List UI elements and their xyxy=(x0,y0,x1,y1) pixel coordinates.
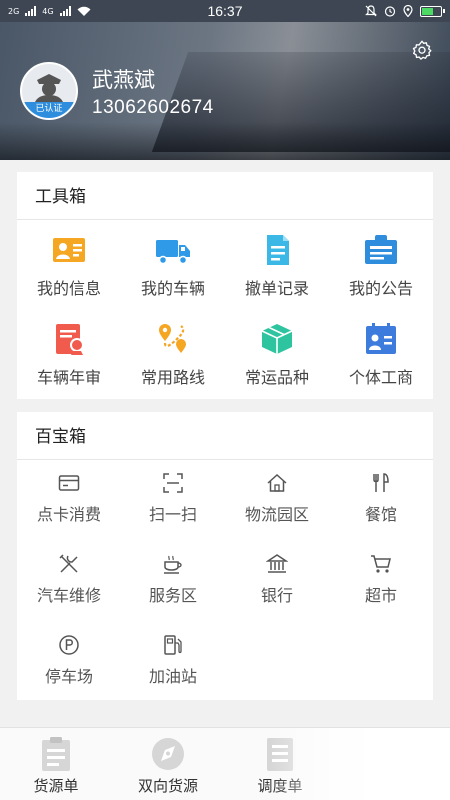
tab-dispatch-orders[interactable]: 调度单 xyxy=(224,728,336,800)
service-car-repair[interactable]: 汽车维修 xyxy=(17,541,121,606)
service-card-consumption[interactable]: 点卡消费 xyxy=(17,460,121,525)
tab-two-way-cargo[interactable]: 双向货源 xyxy=(112,728,224,800)
tool-cancel-records[interactable]: 撤单记录 xyxy=(225,222,329,299)
tool-label: 常运品种 xyxy=(244,368,309,387)
toolbox-title: 工具箱 xyxy=(17,172,433,220)
location-icon xyxy=(403,5,413,17)
service-label: 扫一扫 xyxy=(148,505,197,524)
route-icon xyxy=(159,324,186,353)
compass-icon xyxy=(152,738,184,770)
business-license-icon xyxy=(366,323,396,354)
notice-icon xyxy=(365,235,397,264)
signal-indicators: 2G 4G xyxy=(8,6,91,17)
tool-label: 撤单记录 xyxy=(244,279,309,298)
tool-common-routes[interactable]: 常用路线 xyxy=(121,311,225,388)
toolbox-grid: 我的信息 我的车辆 撤单记录 我的公告 车辆年审 常用路线 常运品种 个体工商 xyxy=(17,220,433,388)
service-label: 汽车维修 xyxy=(36,586,101,605)
shopping-cart-icon xyxy=(371,555,391,573)
restaurant-icon xyxy=(373,473,389,492)
status-bar: 2G 4G 16:37 xyxy=(0,0,450,22)
tab-cargo-orders[interactable]: 货源单 xyxy=(0,728,112,800)
service-bank[interactable]: 银行 xyxy=(225,541,329,606)
home-icon xyxy=(267,473,287,492)
service-gas-station[interactable]: 加油站 xyxy=(121,622,225,687)
document-icon xyxy=(267,235,289,265)
gas-station-icon xyxy=(164,635,182,655)
service-parking[interactable]: 停车场 xyxy=(17,622,121,687)
alarm-icon xyxy=(384,6,396,17)
tool-label: 个体工商 xyxy=(348,368,413,387)
signal-bars-icon xyxy=(59,6,71,16)
service-label: 服务区 xyxy=(148,586,197,605)
battery-charging-icon xyxy=(420,5,445,17)
list-document-icon xyxy=(267,738,293,771)
box-icon xyxy=(261,324,293,354)
tool-common-cargo[interactable]: 常运品种 xyxy=(225,311,329,388)
bottom-tab-bar: 货源单 双向货源 调度单 xyxy=(0,727,450,800)
toolbox-card: 工具箱 我的信息 我的车辆 撤单记录 我的公告 车辆年审 常用路线 常运品种 个… xyxy=(17,172,433,399)
driver-avatar-icon xyxy=(34,74,64,106)
tool-label: 常用路线 xyxy=(140,368,205,387)
service-label: 停车场 xyxy=(44,667,93,686)
truck-icon xyxy=(156,240,190,265)
service-scan[interactable]: 扫一扫 xyxy=(121,460,225,525)
treasure-box-card: 百宝箱 点卡消费 扫一扫 物流园区 餐馆 汽车维修 服务区 银行 超市 停车场 … xyxy=(17,412,433,700)
service-label: 餐馆 xyxy=(364,505,397,524)
system-indicators xyxy=(365,5,445,17)
service-restaurant[interactable]: 餐馆 xyxy=(329,460,433,525)
tab-label: 货源单 xyxy=(33,777,79,795)
clipboard-icon xyxy=(42,737,70,771)
battery-level xyxy=(422,7,433,15)
tool-my-notices[interactable]: 我的公告 xyxy=(329,222,433,299)
network-type-left: 2G xyxy=(8,6,20,16)
tool-label: 车辆年审 xyxy=(36,368,101,387)
user-phone: 13062602674 xyxy=(92,97,214,118)
scan-icon xyxy=(163,473,183,493)
service-logistics-park[interactable]: 物流园区 xyxy=(225,460,329,525)
parking-icon xyxy=(59,635,79,655)
treasure-box-title: 百宝箱 xyxy=(17,412,433,460)
gear-icon xyxy=(412,40,432,60)
service-label: 银行 xyxy=(260,586,293,605)
mute-icon xyxy=(365,5,377,17)
id-card-icon xyxy=(53,238,85,262)
avatar[interactable]: 已认证 xyxy=(20,62,78,120)
tool-my-vehicle[interactable]: 我的车辆 xyxy=(121,222,225,299)
inspection-icon xyxy=(56,324,84,355)
tool-sole-proprietor[interactable]: 个体工商 xyxy=(329,311,433,388)
service-label: 点卡消费 xyxy=(36,505,101,524)
network-type-right: 4G xyxy=(42,6,54,16)
tool-my-info[interactable]: 我的信息 xyxy=(17,222,121,299)
signal-bars-icon xyxy=(25,6,37,16)
service-service-area[interactable]: 服务区 xyxy=(121,541,225,606)
service-label: 加油站 xyxy=(148,667,197,686)
coffee-icon xyxy=(164,555,182,574)
treasure-box-grid: 点卡消费 扫一扫 物流园区 餐馆 汽车维修 服务区 银行 超市 停车场 加油站 xyxy=(17,460,433,687)
tool-label: 我的车辆 xyxy=(140,279,205,298)
settings-button[interactable] xyxy=(412,40,432,64)
user-name: 武燕斌 xyxy=(92,68,155,92)
service-supermarket[interactable]: 超市 xyxy=(329,541,433,606)
repair-tools-icon xyxy=(59,554,78,573)
bank-icon xyxy=(266,554,288,573)
tool-label: 我的公告 xyxy=(348,279,413,298)
card-icon xyxy=(58,475,80,491)
tool-annual-inspection[interactable]: 车辆年审 xyxy=(17,311,121,388)
tab-label: 双向货源 xyxy=(137,777,198,795)
service-label: 超市 xyxy=(364,586,397,605)
verified-badge: 已认证 xyxy=(22,102,76,118)
tab-label: 调度单 xyxy=(257,777,303,795)
wifi-icon xyxy=(77,6,91,16)
profile-header: 已认证 武燕斌 13062602674 xyxy=(0,22,450,160)
tool-label: 我的信息 xyxy=(36,279,101,298)
service-label: 物流园区 xyxy=(244,505,309,524)
